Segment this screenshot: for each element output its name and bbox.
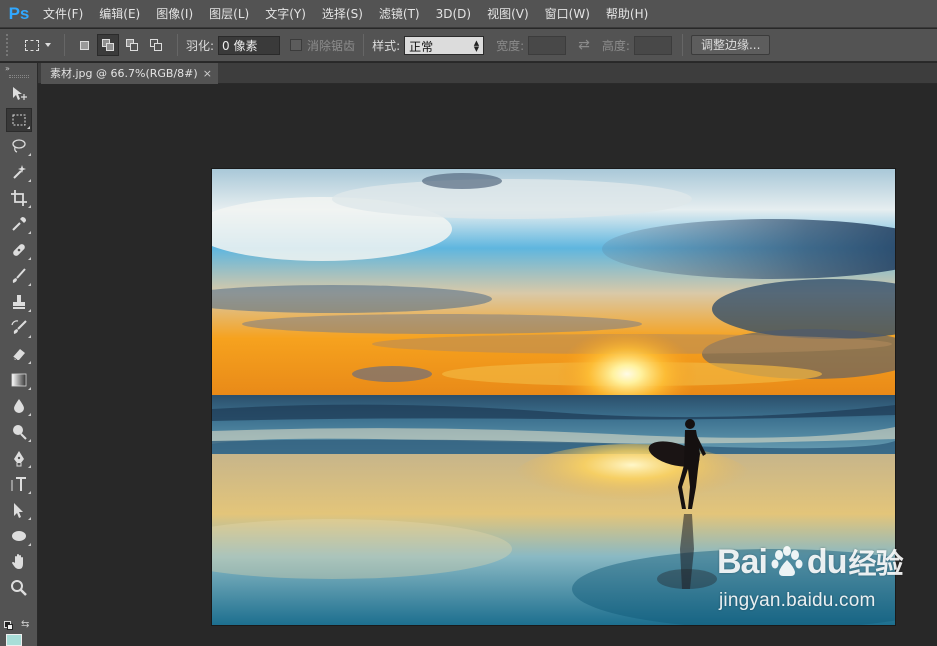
menu-window[interactable]: 窗口(W) <box>537 0 598 28</box>
document-tab-bar: 素材.jpg @ 66.7%(RGB/8#) × <box>38 63 937 84</box>
dodge-tool[interactable] <box>6 420 32 444</box>
height-label: 高度: <box>601 38 630 53</box>
type-tool[interactable] <box>6 472 32 496</box>
add-to-selection-button[interactable] <box>97 34 119 56</box>
foreground-color-swatch[interactable] <box>6 634 22 646</box>
height-input[interactable] <box>633 35 672 55</box>
options-bar: 羽化: 消除锯齿 样式: 正常 ▲▼ 宽度: ⇄ 高度: 调整边缘... <box>0 29 937 62</box>
magic-wand-icon <box>12 165 26 179</box>
eraser-icon <box>12 349 25 361</box>
clone-stamp-tool[interactable] <box>6 290 32 314</box>
divider <box>64 34 65 56</box>
type-icon <box>11 477 26 491</box>
pen-tool[interactable] <box>6 446 32 470</box>
eraser-tool[interactable] <box>6 342 32 366</box>
antialias-checkbox[interactable] <box>290 39 303 51</box>
eyedropper-tool[interactable] <box>6 212 32 236</box>
style-label: 样式: <box>372 38 401 53</box>
options-bar-grip[interactable] <box>6 34 12 56</box>
chevron-down-icon <box>45 43 51 47</box>
color-swatches: ⇆ <box>3 619 35 646</box>
history-brush-tool[interactable] <box>6 316 32 340</box>
pen-icon <box>13 451 24 467</box>
dodge-icon <box>12 425 27 440</box>
eyedropper-icon <box>11 217 26 231</box>
marquee-icon <box>12 114 25 126</box>
divider <box>363 34 365 56</box>
move-icon <box>12 87 27 100</box>
canvas-workspace[interactable]: Bai du 经验 jingyan.baidu.com <box>39 85 937 646</box>
stamp-icon <box>12 295 25 309</box>
tool-preset-picker[interactable] <box>20 33 56 57</box>
width-label: 宽度: <box>496 38 525 53</box>
subtract-selection-icon <box>125 38 139 52</box>
toolbox-header[interactable]: » <box>0 63 37 73</box>
close-icon[interactable]: × <box>203 63 212 84</box>
hand-tool[interactable] <box>6 550 32 574</box>
magic-wand-tool[interactable] <box>6 160 32 184</box>
menu-3d[interactable]: 3D(D) <box>428 0 479 28</box>
toolbox: » ⇆ <box>0 63 38 646</box>
refine-edge-button[interactable]: 调整边缘... <box>690 35 771 55</box>
brush-icon <box>12 268 26 283</box>
crop-icon <box>10 190 27 206</box>
intersect-selection-icon <box>149 38 163 52</box>
zoom-icon <box>10 580 27 596</box>
bandage-icon <box>12 244 25 256</box>
gradient-icon <box>11 373 26 387</box>
hand-icon <box>11 554 23 569</box>
divider <box>681 34 683 56</box>
swap-arrows-icon[interactable]: ⇄ <box>578 37 590 53</box>
lasso-icon <box>11 139 26 153</box>
updown-arrows-icon: ▲ ▼ <box>473 38 480 53</box>
brush-tool[interactable] <box>6 264 32 288</box>
menu-layer[interactable]: 图层(L) <box>201 0 257 28</box>
menu-filter[interactable]: 滤镜(T) <box>371 0 428 28</box>
sunset-beach-photo <box>212 169 895 625</box>
path-selection-tool[interactable] <box>6 498 32 522</box>
style-select[interactable]: 正常 ▲ ▼ <box>404 35 485 55</box>
marquee-preset-icon <box>25 39 39 51</box>
toolbox-grip[interactable] <box>8 75 29 78</box>
menu-type[interactable]: 文字(Y) <box>257 0 314 28</box>
arrow-pointer-icon <box>13 503 23 518</box>
add-selection-icon <box>101 38 115 52</box>
document-tab-title: 素材.jpg @ 66.7%(RGB/8#) <box>50 67 198 80</box>
lasso-tool[interactable] <box>6 134 32 158</box>
menu-select[interactable]: 选择(S) <box>314 0 371 28</box>
menu-help[interactable]: 帮助(H) <box>598 0 656 28</box>
menu-view[interactable]: 视图(V) <box>479 0 537 28</box>
style-select-value: 正常 <box>409 39 434 54</box>
ellipse-icon <box>11 531 26 541</box>
swap-colors-icon[interactable]: ⇆ <box>21 619 29 630</box>
menu-file[interactable]: 文件(F) <box>35 0 91 28</box>
spot-healing-tool[interactable] <box>6 238 32 262</box>
new-selection-icon <box>79 40 89 50</box>
feather-label: 羽化: <box>186 38 215 53</box>
move-tool[interactable] <box>6 82 32 106</box>
document-canvas[interactable] <box>212 169 895 625</box>
feather-input[interactable] <box>218 35 281 55</box>
width-input[interactable] <box>528 35 567 55</box>
blur-drop-icon <box>13 399 24 413</box>
menu-edit[interactable]: 编辑(E) <box>91 0 148 28</box>
new-selection-button[interactable] <box>73 34 95 56</box>
menu-bar: Ps 文件(F) 编辑(E) 图像(I) 图层(L) 文字(Y) 选择(S) 滤… <box>0 0 937 28</box>
gradient-tool[interactable] <box>6 368 32 392</box>
menu-image[interactable]: 图像(I) <box>148 0 201 28</box>
collapse-chevron-icon: » <box>5 63 10 73</box>
photoshop-logo[interactable]: Ps <box>3 0 35 28</box>
ellipse-tool[interactable] <box>6 524 32 548</box>
document-tab[interactable]: 素材.jpg @ 66.7%(RGB/8#) × <box>41 63 218 84</box>
subtract-from-selection-button[interactable] <box>121 34 143 56</box>
divider <box>177 34 178 56</box>
rectangular-marquee-tool[interactable] <box>5 108 32 132</box>
crop-tool[interactable] <box>6 186 32 210</box>
blur-tool[interactable] <box>6 394 32 418</box>
zoom-tool[interactable] <box>6 576 32 600</box>
default-colors-icon-back <box>7 624 13 630</box>
antialias-label: 消除锯齿 <box>307 38 356 53</box>
history-brush-icon <box>10 320 27 334</box>
intersect-selection-button[interactable] <box>145 34 167 56</box>
